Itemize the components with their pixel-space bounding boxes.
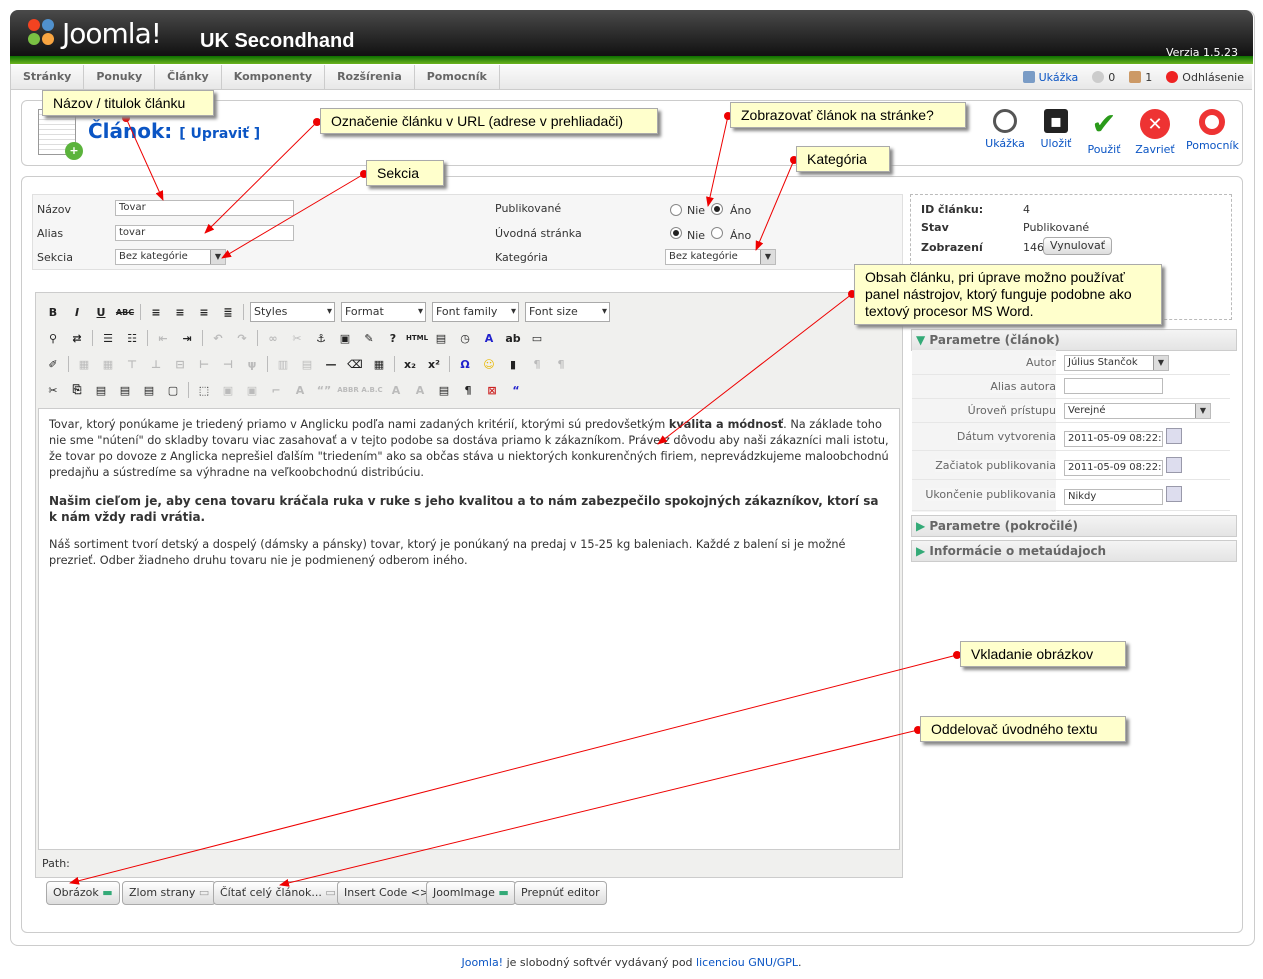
callout-readmore: Oddelovač úvodného textu — [920, 716, 1126, 742]
callout-category: Kategória — [796, 146, 890, 172]
callout-image: Vkladanie obrázkov — [960, 641, 1126, 667]
callout-arrow-readmore — [279, 729, 919, 887]
callout-arrow-title — [125, 117, 164, 201]
callout-arrow-category — [755, 159, 795, 251]
footer-period: . — [798, 956, 802, 969]
callout-arrow-section — [221, 173, 365, 259]
footer-license-link[interactable]: licenciou GNU/GPL — [696, 956, 798, 969]
callout-section: Sekcia — [366, 160, 444, 186]
footer-text: je slobodný softvér vydávaný pod — [503, 956, 697, 969]
footer: Joomla! je slobodný softvér vydávaný pod… — [0, 956, 1263, 969]
callout-title: Názov / titulok článku — [42, 90, 214, 116]
callout-published: Zobrazovať článok na stránke? — [730, 102, 966, 128]
callout-alias: Označenie článku v URL (adrese v prehlia… — [320, 108, 658, 134]
callout-arrow-alias — [204, 121, 318, 234]
callout-arrow-content — [657, 293, 853, 445]
callout-arrows — [69, 112, 961, 887]
callout-arrow-published — [706, 115, 729, 207]
callout-content: Obsah článku, pri úprave možno používať … — [854, 264, 1162, 325]
callout-arrow-image — [69, 654, 958, 885]
footer-joomla-link[interactable]: Joomla! — [461, 956, 503, 969]
